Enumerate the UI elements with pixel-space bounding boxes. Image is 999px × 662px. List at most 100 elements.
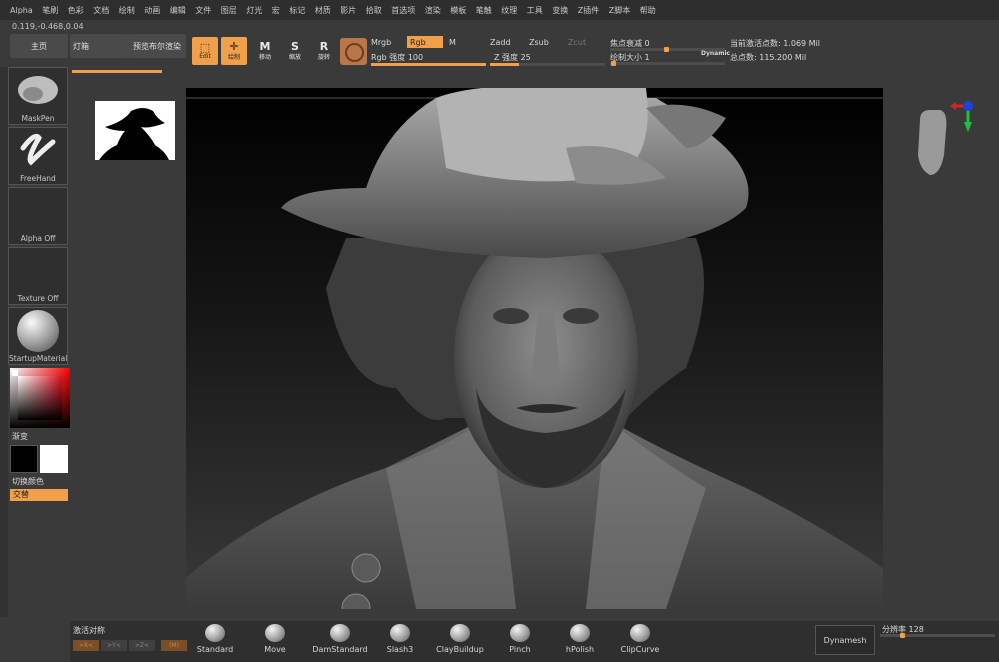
dynamesh-button[interactable]: Dynamesh bbox=[815, 625, 875, 655]
coordinates-readout: 0.119,-0.468,0.04 bbox=[12, 22, 84, 31]
brush-label: Pinch bbox=[509, 645, 531, 654]
menu-item[interactable]: 绘制 bbox=[119, 5, 135, 16]
symmetry-y-toggle[interactable]: >Y< bbox=[101, 640, 127, 651]
brush-item[interactable]: Move bbox=[245, 624, 305, 660]
bottom-shelf: 激活对称 >X< >Y< >Z< (M) Standard Move DamStan… bbox=[70, 621, 999, 662]
symmetry-z-toggle[interactable]: >Z< bbox=[129, 640, 155, 651]
resolution-knob[interactable] bbox=[900, 633, 905, 638]
resolution-slider[interactable] bbox=[880, 634, 995, 637]
scale-button[interactable]: S 缩放 bbox=[282, 37, 308, 65]
silhouette-thumbnail[interactable] bbox=[95, 101, 175, 160]
zadd-toggle[interactable]: Zadd bbox=[490, 38, 511, 47]
stroke-selector[interactable]: FreeHand bbox=[8, 127, 68, 185]
symmetry-x-toggle[interactable]: >X< bbox=[73, 640, 99, 651]
gradient-label[interactable]: 渐变 bbox=[12, 431, 28, 442]
mrgb-toggle[interactable]: Mrgb bbox=[371, 38, 391, 47]
menu-item[interactable]: 首选项 bbox=[391, 5, 415, 16]
menu-item[interactable]: 标记 bbox=[289, 5, 305, 16]
menu-item[interactable]: 帮助 bbox=[640, 5, 656, 16]
brush-item[interactable]: ClipCurve bbox=[610, 624, 670, 660]
menu-item[interactable]: 渲染 bbox=[425, 5, 441, 16]
orientation-gizmo[interactable] bbox=[910, 100, 980, 180]
draw-size-knob[interactable] bbox=[611, 61, 616, 66]
menu-item[interactable]: 文件 bbox=[195, 5, 211, 16]
alternate-toggle[interactable]: 交替 bbox=[10, 489, 68, 501]
material-swatch-icon[interactable] bbox=[340, 38, 367, 65]
brush-item[interactable]: ClayBuildup bbox=[430, 624, 490, 660]
alpha-selector[interactable]: Alpha Off bbox=[8, 187, 68, 245]
z-intensity-fill bbox=[490, 63, 519, 66]
texture-selector[interactable]: Texture Off bbox=[8, 247, 68, 305]
sculpt-model[interactable] bbox=[186, 88, 883, 609]
menu-item[interactable]: 影片 bbox=[340, 5, 356, 16]
dynamic-toggle[interactable]: Dynamic bbox=[701, 50, 730, 57]
preview-boolean-button[interactable]: 预览布尔渲染 bbox=[128, 34, 186, 58]
canvas-viewport[interactable] bbox=[186, 88, 883, 609]
rgb-intensity-fill bbox=[371, 63, 486, 66]
zcut-toggle[interactable]: Zcut bbox=[568, 38, 586, 47]
color-marker-icon bbox=[12, 370, 18, 376]
freehand-stroke-icon bbox=[20, 133, 56, 166]
switch-color-button[interactable]: 切换颜色 bbox=[12, 476, 44, 487]
menu-item[interactable]: 色彩 bbox=[68, 5, 84, 16]
brush-label: Standard bbox=[196, 645, 234, 654]
brush-icon bbox=[205, 624, 225, 642]
draw-button[interactable]: ✛ 绘制 bbox=[221, 37, 247, 65]
menu-item[interactable]: Z插件 bbox=[578, 5, 599, 16]
menu-item[interactable]: Z脚本 bbox=[609, 5, 630, 16]
brush-label: Slash3 bbox=[386, 645, 414, 654]
draw-size-slider[interactable] bbox=[610, 62, 725, 65]
brush-item[interactable]: DamStandard bbox=[310, 624, 370, 660]
rgb-intensity-slider[interactable] bbox=[371, 63, 486, 66]
brush-icon bbox=[570, 624, 590, 642]
menu-item[interactable]: 变换 bbox=[552, 5, 568, 16]
edit-button[interactable]: ⬚ Edit bbox=[192, 37, 218, 65]
total-points-readout: 总点数: 115.200 Mil bbox=[730, 53, 807, 62]
brush-item[interactable]: Standard bbox=[185, 624, 245, 660]
menu-item[interactable]: 灯光 bbox=[246, 5, 262, 16]
secondary-color-swatch[interactable] bbox=[40, 445, 68, 473]
color-picker[interactable] bbox=[10, 368, 70, 428]
menu-item[interactable]: 笔触 bbox=[476, 5, 492, 16]
color-square[interactable] bbox=[18, 376, 62, 420]
brush-item[interactable]: Slash3 bbox=[370, 624, 430, 660]
brush-item[interactable]: hPolish bbox=[550, 624, 610, 660]
left-tray-edge[interactable] bbox=[0, 67, 8, 617]
menu-item[interactable]: 文档 bbox=[93, 5, 109, 16]
lightbox-button[interactable]: 灯箱 bbox=[70, 34, 128, 58]
menu-item[interactable]: 材质 bbox=[315, 5, 331, 16]
orientation-head-icon bbox=[918, 101, 973, 175]
brush-selector[interactable]: MaskPen bbox=[8, 67, 68, 125]
material-selector[interactable]: StartupMaterial bbox=[8, 307, 68, 365]
zsub-toggle[interactable]: Zsub bbox=[529, 38, 549, 47]
menu-item[interactable]: Alpha bbox=[10, 6, 33, 15]
rgb-toggle[interactable]: Rgb bbox=[407, 36, 443, 48]
menu-item[interactable]: 笔刷 bbox=[42, 5, 58, 16]
menu-item[interactable]: 拾取 bbox=[366, 5, 382, 16]
maskpen-brush-icon bbox=[18, 76, 58, 104]
z-intensity-slider[interactable] bbox=[490, 63, 605, 66]
menu-item[interactable]: 编辑 bbox=[170, 5, 186, 16]
brush-label: Move bbox=[264, 645, 286, 654]
main-color-swatch[interactable] bbox=[10, 445, 38, 473]
scale-icon: S bbox=[291, 40, 299, 53]
menu-item[interactable]: 宏 bbox=[272, 5, 280, 16]
rotate-button[interactable]: R 旋转 bbox=[311, 37, 337, 65]
menu-item[interactable]: 模板 bbox=[450, 5, 466, 16]
move-button[interactable]: M 移动 bbox=[252, 37, 278, 65]
menu-item[interactable]: 动画 bbox=[144, 5, 160, 16]
activate-symmetry-label[interactable]: 激活对称 bbox=[73, 625, 105, 636]
brush-label: ClayBuildup bbox=[436, 645, 484, 654]
menu-item[interactable]: 图层 bbox=[221, 5, 237, 16]
symmetry-m-toggle[interactable]: (M) bbox=[161, 640, 187, 651]
brush-item[interactable]: Pinch bbox=[490, 624, 550, 660]
menu-item[interactable]: 纹理 bbox=[501, 5, 517, 16]
home-button[interactable]: 主页 bbox=[10, 34, 68, 58]
focal-shift-knob[interactable] bbox=[664, 47, 669, 52]
z-intensity-value: 25 bbox=[520, 53, 531, 62]
move-icon: M bbox=[259, 40, 271, 53]
m-toggle[interactable]: M bbox=[449, 38, 456, 47]
brush-label: ClipCurve bbox=[620, 645, 660, 654]
menu-item[interactable]: 工具 bbox=[527, 5, 543, 16]
top-toolbar: 主页 灯箱 预览布尔渲染 ⬚ Edit ✛ 绘制 M 移动 S 缩放 R 旋转 … bbox=[0, 34, 999, 70]
